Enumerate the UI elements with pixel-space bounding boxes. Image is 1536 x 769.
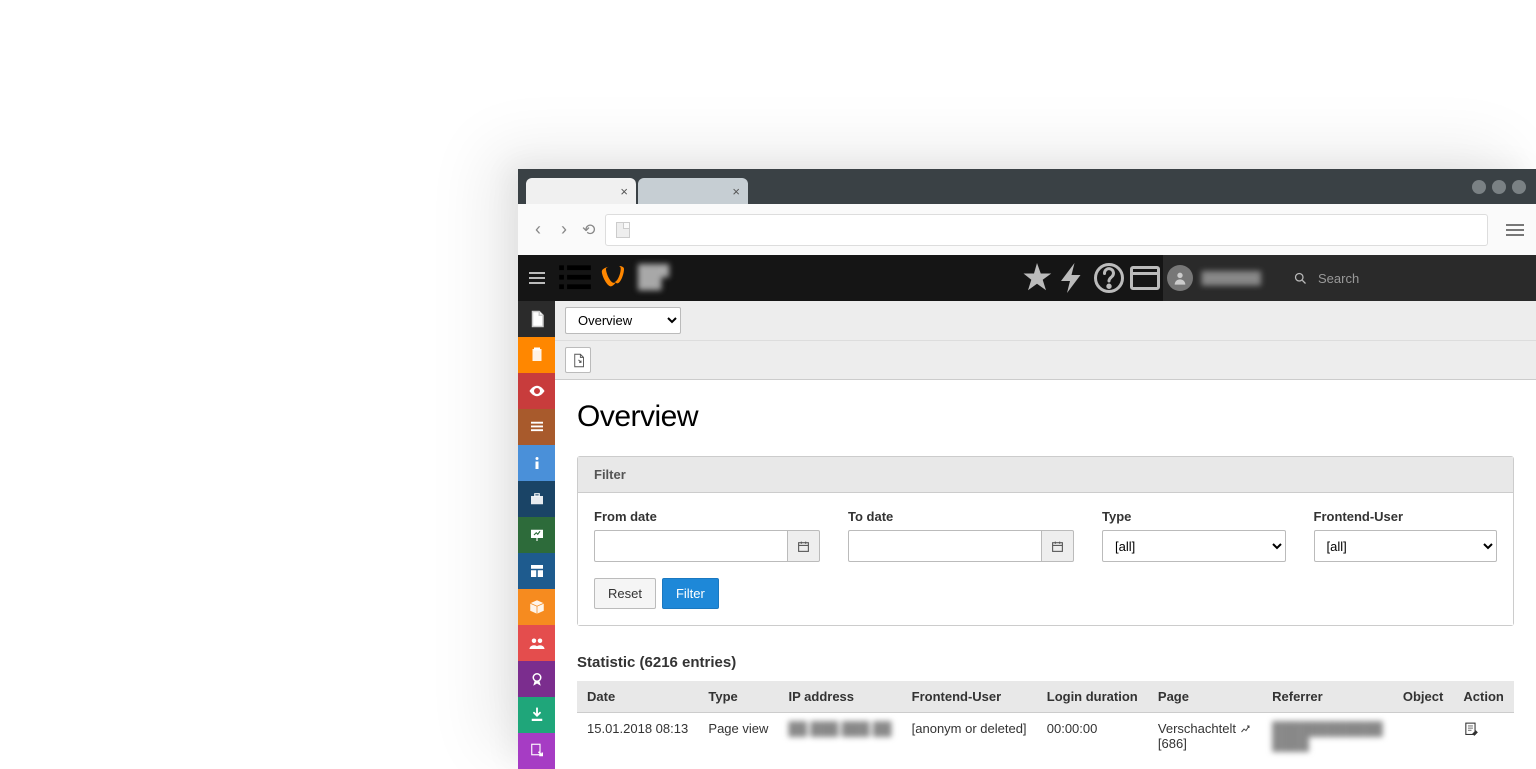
- col-ip: IP address: [779, 681, 902, 713]
- col-fe-user: Frontend-User: [902, 681, 1037, 713]
- browser-tab-inactive[interactable]: ×: [638, 178, 748, 204]
- from-date-input[interactable]: [594, 530, 788, 562]
- col-login-duration: Login duration: [1037, 681, 1148, 713]
- col-page: Page: [1148, 681, 1262, 713]
- cell-referrer: ████████████████: [1262, 713, 1393, 760]
- search-icon: [1293, 271, 1308, 286]
- from-date-label: From date: [594, 509, 820, 524]
- to-date-label: To date: [848, 509, 1074, 524]
- cell-type: Page view: [698, 713, 778, 760]
- sidebar-export-icon[interactable]: [518, 733, 555, 769]
- search-input[interactable]: [1318, 271, 1518, 286]
- url-bar[interactable]: [605, 214, 1488, 246]
- to-date-input[interactable]: [848, 530, 1042, 562]
- edit-action-icon[interactable]: [1463, 726, 1480, 741]
- sidebar-clipboard-icon[interactable]: [518, 337, 555, 373]
- cell-ip: ██.███.███.██: [779, 713, 902, 760]
- fe-user-label: Frontend-User: [1314, 509, 1498, 524]
- page-icon: [616, 222, 630, 238]
- browser-tabs-bar: × ×: [518, 169, 1536, 204]
- sidebar-toggle[interactable]: [518, 255, 556, 301]
- search-area[interactable]: [1275, 255, 1536, 301]
- export-csv-button[interactable]: [565, 347, 591, 373]
- window-minimize[interactable]: [1472, 180, 1486, 194]
- fe-user-select[interactable]: [all]: [1314, 530, 1498, 562]
- sidebar-view-icon[interactable]: [518, 373, 555, 409]
- module-sidebar: [518, 301, 555, 769]
- sidebar-download-icon[interactable]: [518, 697, 555, 733]
- action-toolbar: [555, 341, 1536, 380]
- sidebar-template-icon[interactable]: [518, 553, 555, 589]
- statistics-table: Date Type IP address Frontend-User Login…: [577, 681, 1514, 759]
- sidebar-users-icon[interactable]: [518, 625, 555, 661]
- user-menu[interactable]: ███████: [1163, 255, 1275, 301]
- reset-button[interactable]: Reset: [594, 578, 656, 609]
- filter-panel-header: Filter: [578, 457, 1513, 493]
- to-date-calendar-icon[interactable]: [1042, 530, 1074, 562]
- cell-object: [1393, 713, 1454, 760]
- bookmark-icon[interactable]: [1019, 260, 1055, 296]
- browser-toolbar: ‹ › ⟲: [518, 204, 1536, 255]
- filter-button[interactable]: Filter: [662, 578, 719, 609]
- sidebar-presentation-icon[interactable]: [518, 517, 555, 553]
- typo3-logo: [600, 263, 630, 293]
- type-select[interactable]: [all]: [1102, 530, 1286, 562]
- sidebar-list-icon[interactable]: [518, 409, 555, 445]
- cell-page: Verschachtelt [686]: [1148, 713, 1262, 760]
- cell-action[interactable]: [1453, 713, 1514, 760]
- back-button[interactable]: ‹: [530, 219, 546, 240]
- reload-button[interactable]: ⟲: [582, 220, 595, 240]
- window-controls: [1472, 180, 1526, 194]
- type-label: Type: [1102, 509, 1286, 524]
- statistics-title: Statistic (6216 entries): [577, 654, 1514, 671]
- cell-date: 15.01.2018 08:13: [577, 713, 698, 760]
- from-date-calendar-icon[interactable]: [788, 530, 820, 562]
- filter-panel: Filter From date: [577, 456, 1514, 626]
- tab-close-icon[interactable]: ×: [620, 184, 628, 199]
- chart-icon: [1240, 723, 1252, 735]
- user-name: ███████: [1201, 271, 1261, 285]
- help-icon[interactable]: [1091, 260, 1127, 296]
- sidebar-page-icon[interactable]: [518, 301, 555, 337]
- view-select[interactable]: Overview: [565, 307, 681, 334]
- user-avatar-icon: [1167, 265, 1193, 291]
- window-maximize[interactable]: [1492, 180, 1506, 194]
- brand-text: ███████: [638, 265, 669, 291]
- col-action: Action: [1453, 681, 1514, 713]
- col-object: Object: [1393, 681, 1454, 713]
- cell-fe-user: [anonym or deleted]: [902, 713, 1037, 760]
- col-date: Date: [577, 681, 698, 713]
- sidebar-medal-icon[interactable]: [518, 661, 555, 697]
- app-topbar: ███████ ███████: [518, 255, 1536, 301]
- cell-login-duration: 00:00:00: [1037, 713, 1148, 760]
- browser-menu-icon[interactable]: [1506, 224, 1524, 236]
- browser-window: × × ‹ › ⟲ ███████: [518, 169, 1536, 769]
- window-close[interactable]: [1512, 180, 1526, 194]
- sidebar-info-icon[interactable]: [518, 445, 555, 481]
- sidebar-briefcase-icon[interactable]: [518, 481, 555, 517]
- col-referrer: Referrer: [1262, 681, 1393, 713]
- table-row: 15.01.2018 08:13 Page view ██.███.███.██…: [577, 713, 1514, 760]
- main-content: Overview Overview Filter From date: [555, 301, 1536, 769]
- flash-icon[interactable]: [1055, 260, 1091, 296]
- tab-close-icon[interactable]: ×: [732, 184, 740, 199]
- application-icon[interactable]: [1127, 260, 1163, 296]
- page-title: Overview: [577, 400, 1514, 434]
- view-toolbar: Overview: [555, 301, 1536, 341]
- forward-button[interactable]: ›: [556, 219, 572, 240]
- module-list-icon[interactable]: [556, 259, 594, 297]
- sidebar-box-icon[interactable]: [518, 589, 555, 625]
- col-type: Type: [698, 681, 778, 713]
- browser-tab-active[interactable]: ×: [526, 178, 636, 204]
